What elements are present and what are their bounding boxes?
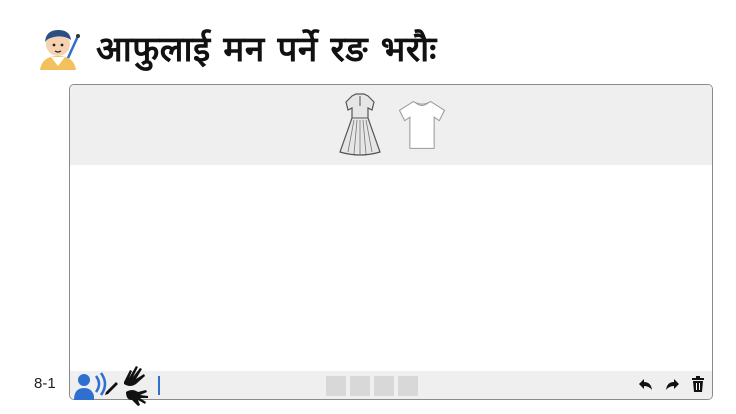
audio-listen-icon[interactable]	[72, 370, 118, 400]
dress-icon[interactable]	[334, 92, 386, 158]
page-header: आफुलाई मन पर्ने रङ भरौः	[34, 22, 437, 74]
undo-button[interactable]	[638, 375, 654, 393]
color-swatch[interactable]	[374, 376, 394, 396]
page-number: 8-1	[34, 375, 56, 392]
edit-tools	[638, 375, 706, 393]
drawing-canvas[interactable]	[70, 165, 712, 371]
clear-button[interactable]	[690, 375, 706, 393]
garment-palette	[70, 85, 712, 165]
redo-button[interactable]	[664, 375, 680, 393]
tshirt-icon[interactable]	[396, 92, 448, 158]
color-swatch[interactable]	[326, 376, 346, 396]
coloring-activity	[69, 84, 713, 400]
text-cursor-indicator	[158, 376, 160, 395]
undo-icon	[639, 379, 652, 390]
trash-icon	[692, 376, 704, 392]
bottom-toolbar	[70, 371, 712, 399]
redo-icon	[666, 379, 679, 390]
child-painter-icon	[40, 30, 80, 70]
color-swatch[interactable]	[398, 376, 418, 396]
page-title: आफुलाई मन पर्ने रङ भरौः	[96, 29, 437, 70]
color-swatch[interactable]	[350, 376, 370, 396]
color-swatches	[326, 376, 418, 396]
sign-language-icon[interactable]	[120, 362, 152, 406]
